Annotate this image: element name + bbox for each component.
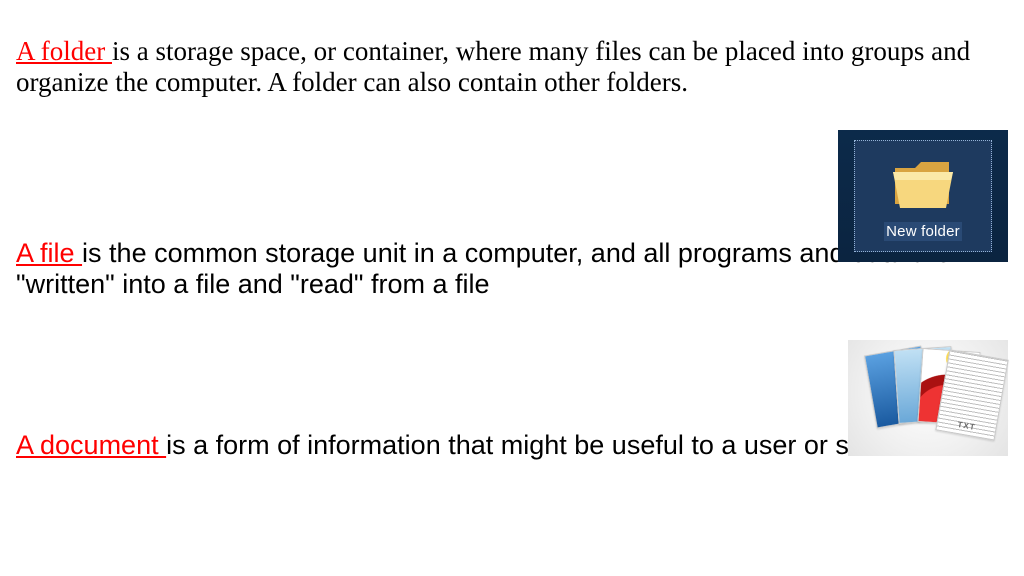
file-term: A file: [16, 238, 82, 268]
document-term: A document: [16, 430, 166, 460]
slide: A folder is a storage space, or containe…: [0, 0, 1024, 576]
file-text: is the common storage unit in a computer…: [16, 238, 951, 299]
folder-selected-state: New folder: [854, 140, 992, 252]
folder-icon: [891, 158, 955, 212]
folder-term: A folder: [16, 36, 112, 66]
text-file-icon: TXT: [935, 349, 1008, 440]
folder-text: is a storage space, or container, where …: [16, 36, 970, 97]
files-stack-illustration: TXT: [848, 340, 1008, 456]
folder-definition: A folder is a storage space, or containe…: [16, 36, 1008, 98]
folder-desktop-illustration: New folder: [838, 130, 1008, 262]
folder-icon-label: New folder: [884, 222, 962, 241]
